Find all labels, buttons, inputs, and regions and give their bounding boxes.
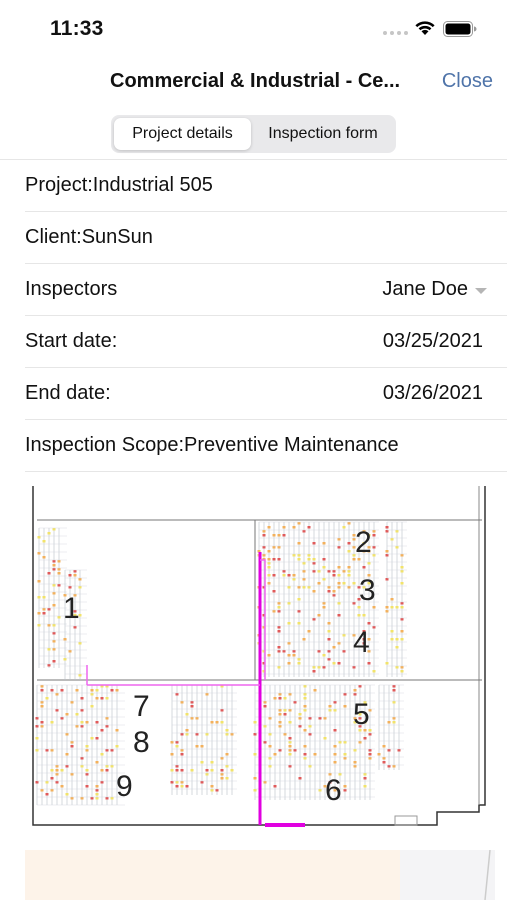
end-date-label: End date:	[25, 382, 111, 404]
floorplan-image: 1 2 3 4 5 6 7 8 9	[32, 486, 486, 827]
inspectors-label: Inspectors	[25, 278, 118, 300]
client-label: Client:SunSun	[25, 226, 153, 248]
inspectors-row: Inspectors Jane Doe	[25, 264, 507, 316]
end-date-value[interactable]: 03/26/2021	[383, 382, 483, 405]
battery-icon	[443, 21, 477, 37]
zone-label-7: 7	[133, 690, 150, 723]
tab-project-details[interactable]: Project details	[114, 118, 251, 150]
start-date-row: Start date: 03/25/2021	[25, 316, 507, 368]
zone-label-4: 4	[353, 626, 370, 659]
status-bar: 11:33	[0, 0, 507, 56]
zone-label-5: 5	[353, 698, 370, 731]
zone-label-1: 1	[63, 592, 80, 625]
inspectors-value: Jane Doe	[382, 278, 468, 300]
secondary-image-thumbnail	[25, 850, 495, 900]
status-time: 11:33	[50, 17, 104, 40]
scope-row: Inspection Scope:Preventive Maintenance	[25, 420, 507, 472]
start-date-label: Start date:	[25, 330, 118, 352]
rack-grid	[35, 521, 407, 806]
screen: 11:33 Commercial & Industrial - Ce... Cl…	[0, 0, 507, 900]
client-row: Client:SunSun	[25, 212, 507, 264]
inspectors-dropdown[interactable]: Jane Doe	[382, 278, 487, 301]
tab-inspection-form[interactable]: Inspection form	[253, 118, 393, 150]
project-row: Project:Industrial 505	[25, 160, 507, 212]
zone-label-6: 6	[325, 774, 342, 807]
wifi-icon	[415, 21, 435, 35]
close-button[interactable]: Close	[442, 70, 493, 93]
segmented-control: Project details Inspection form	[111, 115, 396, 153]
zone-label-3: 3	[359, 574, 376, 607]
start-date-value[interactable]: 03/25/2021	[383, 330, 483, 353]
nav-title: Commercial & Industrial - Ce...	[110, 70, 401, 92]
zone-label-8: 8	[133, 726, 150, 759]
project-label: Project:Industrial 505	[25, 174, 213, 196]
zone-label-9: 9	[116, 770, 133, 803]
end-date-row: End date: 03/26/2021	[25, 368, 507, 420]
signal-dots-icon	[383, 31, 408, 35]
chevron-down-icon	[475, 287, 487, 294]
zone-label-2: 2	[355, 526, 372, 559]
scope-label: Inspection Scope:Preventive Maintenance	[25, 434, 399, 456]
